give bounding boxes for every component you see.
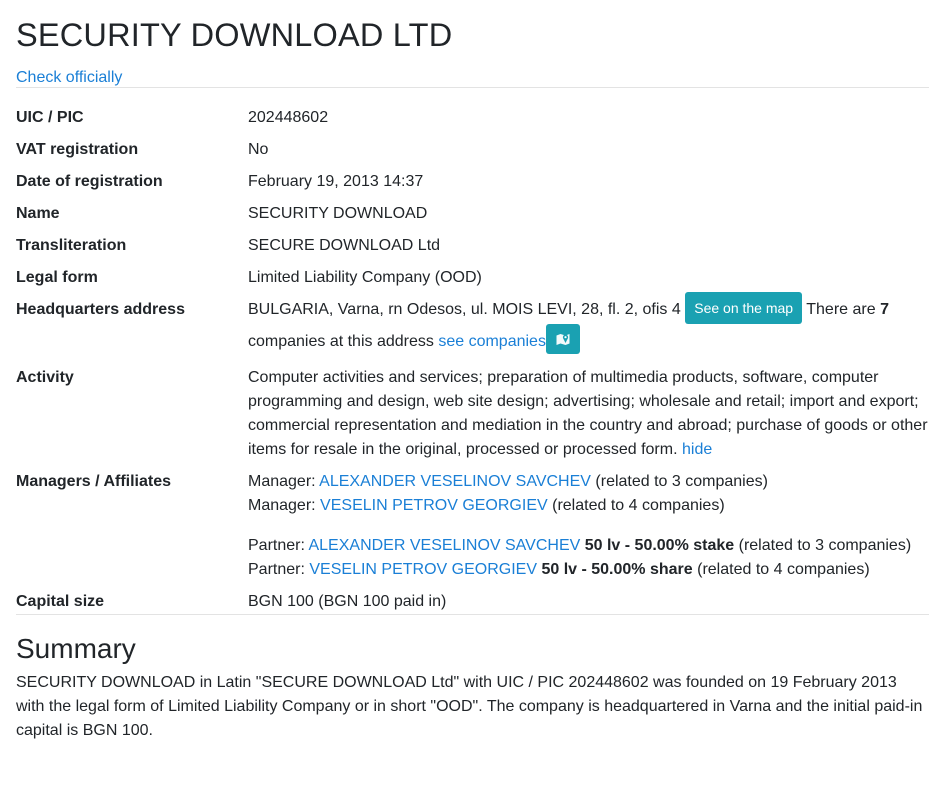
row-uic: UIC / PIC 202448602 <box>16 106 929 130</box>
manager-prefix: Manager: <box>248 473 316 490</box>
activity-label: Activity <box>16 369 74 386</box>
partner-entry: Partner: VESELIN PETROV GEORGIEV 50 lv -… <box>248 558 929 582</box>
manager-prefix: Manager: <box>248 497 316 514</box>
uic-label: UIC / PIC <box>16 109 84 126</box>
manager-link[interactable]: ALEXANDER VESELINOV SAVCHEV <box>319 473 591 490</box>
headquarters-value: BULGARIA, Varna, rn Odesos, ul. MOIS LEV… <box>248 291 929 358</box>
hide-activity-link[interactable]: hide <box>682 441 712 458</box>
address-text: BULGARIA, Varna, rn Odesos, ul. MOIS LEV… <box>248 301 681 318</box>
manager-related: (related to 4 companies) <box>552 497 725 514</box>
company-count: 7 <box>880 301 889 318</box>
see-on-map-button[interactable]: See on the map <box>685 291 803 324</box>
vat-label: VAT registration <box>16 141 139 158</box>
transliteration-value: SECURE DOWNLOAD Ltd <box>248 237 441 254</box>
row-legal-form: Legal form Limited Liability Company (OO… <box>16 266 929 290</box>
manager-entry: Manager: VESELIN PETROV GEORGIEV (relate… <box>248 494 929 518</box>
activity-text: Computer activities and services; prepar… <box>248 369 928 458</box>
manager-link[interactable]: VESELIN PETROV GEORGIEV <box>320 497 548 514</box>
vat-value: No <box>248 141 269 158</box>
companies-at-address-text: companies at this address <box>248 333 434 350</box>
page-title: SECURITY DOWNLOAD LTD <box>16 17 453 53</box>
there-are-text: There are <box>806 301 876 318</box>
company-info-table: UIC / PIC 202448602 VAT registration No … <box>16 106 929 614</box>
row-capital: Capital size BGN 100 (BGN 100 paid in) <box>16 590 929 614</box>
legal-form-value: Limited Liability Company (OOD) <box>248 269 482 286</box>
row-vat: VAT registration No <box>16 138 929 162</box>
partner-related: (related to 4 companies) <box>697 561 870 578</box>
summary-text: SECURITY DOWNLOAD in Latin "SECURE DOWNL… <box>16 674 923 739</box>
legal-form-label: Legal form <box>16 269 98 286</box>
manager-related: (related to 3 companies) <box>595 473 768 490</box>
check-officially-link[interactable]: Check officially <box>16 70 122 86</box>
partner-related: (related to 3 companies) <box>738 537 912 554</box>
row-activity: Activity Computer activities and service… <box>16 366 929 462</box>
name-value: SECURITY DOWNLOAD <box>248 205 428 222</box>
uic-value: 202448602 <box>248 109 329 126</box>
map-marker-icon[interactable] <box>545 323 580 354</box>
divider <box>16 87 929 88</box>
company-page: SECURITY DOWNLOAD LTD Check officially U… <box>0 0 945 743</box>
manager-entry: Manager: ALEXANDER VESELINOV SAVCHEV (re… <box>248 470 929 494</box>
see-companies-link[interactable]: see companies <box>438 333 546 350</box>
partner-prefix: Partner: <box>248 537 305 554</box>
managers-value: Manager: ALEXANDER VESELINOV SAVCHEV (re… <box>248 470 929 582</box>
row-date: Date of registration February 19, 2013 1… <box>16 170 929 194</box>
divider <box>16 614 929 615</box>
capital-label: Capital size <box>16 593 105 610</box>
row-transliteration: Transliteration SECURE DOWNLOAD Ltd <box>16 234 929 258</box>
capital-value: BGN 100 (BGN 100 paid in) <box>248 593 447 610</box>
row-name: Name SECURITY DOWNLOAD <box>16 202 929 226</box>
partner-prefix: Partner: <box>248 561 305 578</box>
summary-heading: Summary <box>16 633 136 664</box>
partner-link[interactable]: ALEXANDER VESELINOV SAVCHEV <box>308 537 580 554</box>
partner-stake: 50 lv - 50.00% stake <box>584 537 735 554</box>
name-label: Name <box>16 205 60 222</box>
partner-stake: 50 lv - 50.00% share <box>541 561 693 578</box>
transliteration-label: Transliteration <box>16 237 127 254</box>
row-headquarters: Headquarters address BULGARIA, Varna, rn… <box>16 291 929 358</box>
partner-entry: Partner: ALEXANDER VESELINOV SAVCHEV 50 … <box>248 534 929 558</box>
date-value: February 19, 2013 14:37 <box>248 173 424 190</box>
row-managers: Managers / Affiliates Manager: ALEXANDER… <box>16 470 929 582</box>
date-label: Date of registration <box>16 173 163 190</box>
activity-value: Computer activities and services; prepar… <box>248 366 929 462</box>
managers-label: Managers / Affiliates <box>16 473 172 490</box>
partner-link[interactable]: VESELIN PETROV GEORGIEV <box>309 561 537 578</box>
headquarters-label: Headquarters address <box>16 301 185 318</box>
